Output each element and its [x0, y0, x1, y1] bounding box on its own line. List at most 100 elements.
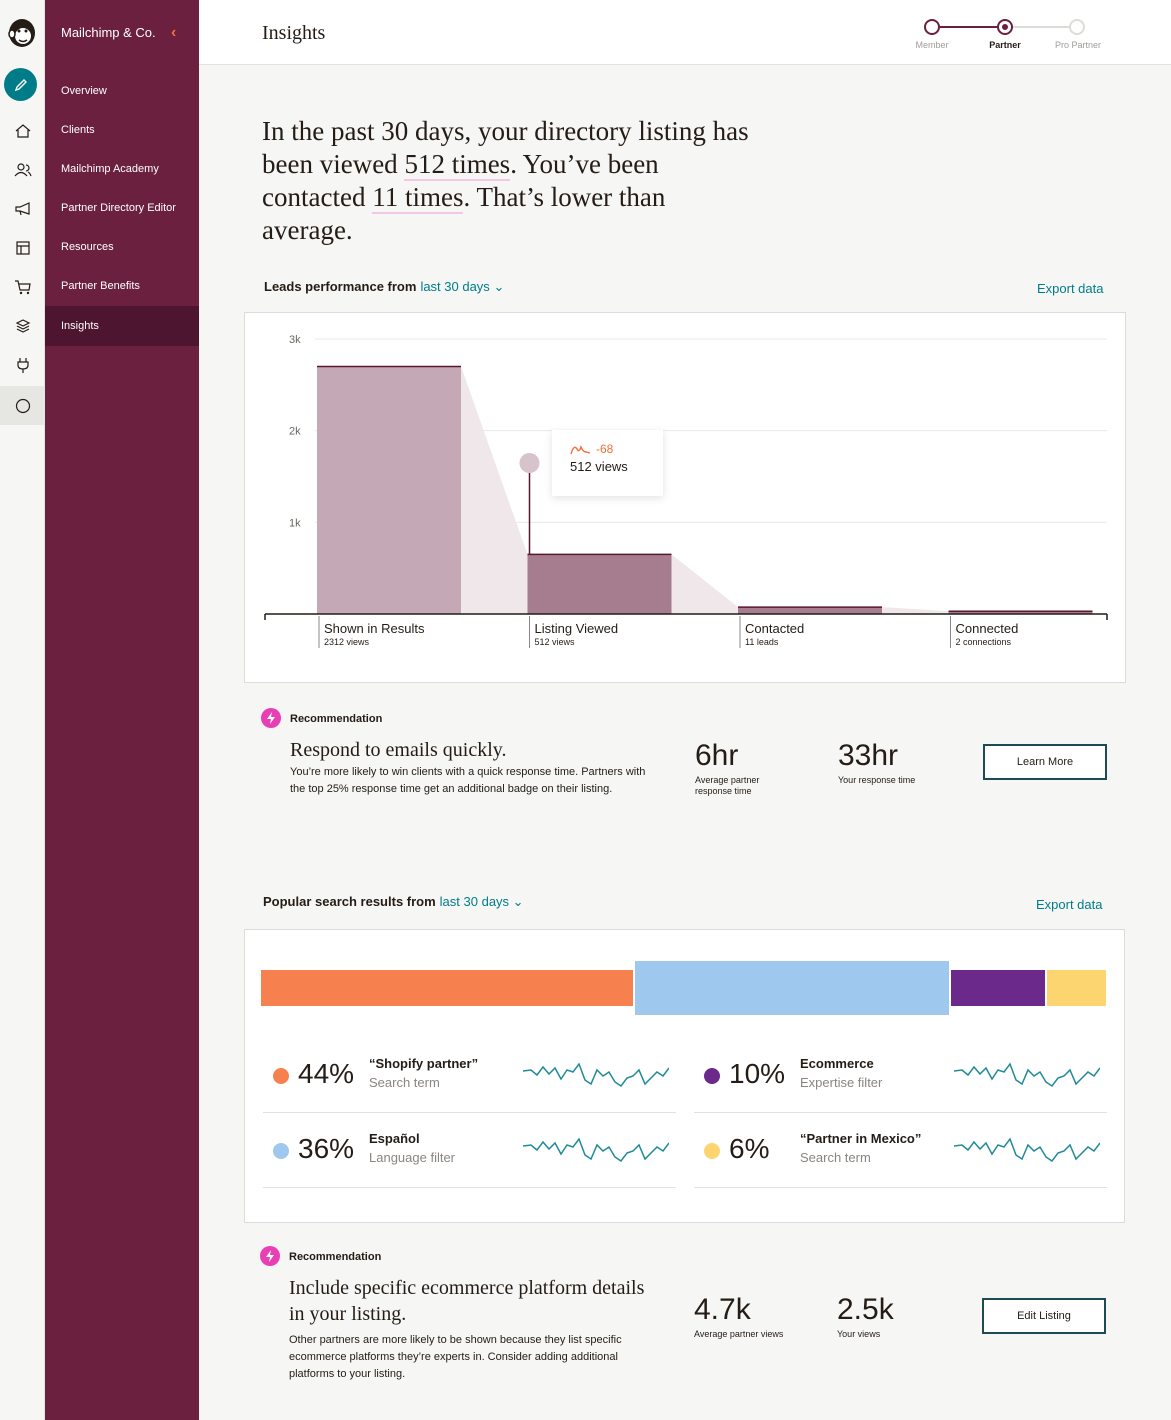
- lightning-icon: [260, 1246, 280, 1266]
- sidebar-item-label: Clients: [61, 124, 95, 136]
- views-count: 512 times: [404, 149, 511, 181]
- search-range-dropdown[interactable]: last 30 days ⌄: [440, 894, 524, 909]
- sidebar-item-clients[interactable]: Clients: [45, 110, 199, 150]
- sparkline: [954, 1137, 1100, 1163]
- result-percent: 6%: [729, 1133, 770, 1164]
- search-export-link[interactable]: Export data: [1036, 897, 1103, 912]
- result-kind: Search term: [369, 1075, 440, 1090]
- chart-bar: [738, 607, 882, 614]
- sidebar: Mailchimp & Co. ‹ Overview Clients Mailc…: [45, 0, 199, 1420]
- stat-value: 33hr: [838, 739, 899, 772]
- mailchimp-logo-icon[interactable]: [5, 14, 39, 50]
- sidebar-item-benefits[interactable]: Partner Benefits: [45, 266, 199, 306]
- sidebar-item-overview[interactable]: Overview: [45, 71, 199, 111]
- legend-dot: [273, 1143, 289, 1159]
- search-result-row[interactable]: 10% Ecommerce Expertise filter: [694, 1038, 1107, 1113]
- layout-icon[interactable]: [0, 228, 45, 267]
- recommendation-body: Other partners are more likely to be sho…: [289, 1334, 622, 1380]
- stat-caption: Your response time: [838, 775, 916, 785]
- category-label: Listing Viewed: [535, 621, 619, 636]
- category-sublabel: 11 leads: [745, 637, 779, 647]
- search-title-text: Popular search results from: [263, 894, 436, 909]
- stat-caption: Your views: [837, 1329, 881, 1339]
- stat-value: 4.7k: [694, 1293, 751, 1326]
- account-name[interactable]: Mailchimp & Co.: [61, 25, 156, 40]
- sidebar-item-academy[interactable]: Mailchimp Academy: [45, 149, 199, 189]
- category-sublabel: 2 connections: [956, 637, 1012, 647]
- sidebar-item-directory-editor[interactable]: Partner Directory Editor: [45, 188, 199, 228]
- step-pro-partner-dot: [1069, 19, 1085, 35]
- chart-bar: [317, 366, 461, 614]
- result-term: “Shopify partner”: [369, 1056, 479, 1071]
- cart-icon[interactable]: [0, 267, 45, 306]
- recommendation-label: Recommendation: [289, 1251, 382, 1263]
- tooltip-delta: -68: [570, 442, 645, 456]
- result-percent: 44%: [298, 1058, 355, 1089]
- chart-bar: [527, 554, 672, 614]
- collapse-chevron-icon[interactable]: ‹: [171, 24, 176, 42]
- icon-rail: [0, 0, 45, 1420]
- category-label: Connected: [956, 621, 1019, 636]
- search-result-row[interactable]: 6% “Partner in Mexico” Search term: [694, 1113, 1107, 1188]
- chart-tooltip: -68 512 views: [552, 430, 663, 496]
- circle-icon[interactable]: [0, 386, 45, 425]
- leads-section-title: Leads performance from last 30 days ⌄: [264, 279, 504, 295]
- search-results-card: 44% “Shopify partner” Search term 10% Ec…: [244, 929, 1125, 1223]
- sidebar-item-insights[interactable]: Insights: [45, 306, 199, 346]
- stat-caption: Average partner views: [694, 1329, 784, 1339]
- page-header: Insights Member Partner Pro Partner: [199, 0, 1171, 65]
- leads-export-link[interactable]: Export data: [1037, 281, 1104, 296]
- category-label: Contacted: [745, 621, 804, 636]
- step-member-label: Member: [915, 40, 949, 50]
- search-section-title: Popular search results from last 30 days …: [263, 894, 524, 910]
- result-kind: Search term: [800, 1150, 871, 1165]
- audience-icon[interactable]: [0, 150, 45, 189]
- page-title: Insights: [262, 22, 326, 44]
- search-result-row[interactable]: 44% “Shopify partner” Search term: [263, 1038, 676, 1113]
- recommendation-heading: Respond to emails quickly.: [290, 739, 507, 761]
- sparkline: [954, 1062, 1100, 1088]
- leads-funnel-chart: 1k 2k 3k Shown in Results2312 views Listing …: [264, 334, 1108, 648]
- edit-listing-button[interactable]: Edit Listing: [982, 1298, 1106, 1334]
- result-percent: 36%: [298, 1133, 355, 1164]
- result-term: Español: [369, 1131, 420, 1146]
- trend-icon: [570, 444, 591, 455]
- insights-summary: In the past 30 days, your directory list…: [262, 115, 762, 247]
- pencil-icon[interactable]: [4, 68, 37, 101]
- result-kind: Expertise filter: [800, 1075, 883, 1090]
- segment-shopify-partner[interactable]: [261, 970, 633, 1006]
- sparkline: [523, 1062, 669, 1088]
- chevron-down-icon: ⌄: [493, 279, 505, 294]
- legend-dot: [704, 1068, 720, 1084]
- stepper-line-upcoming: [1011, 26, 1077, 28]
- search-result-row[interactable]: 36% Español Language filter: [263, 1113, 676, 1188]
- segment-ecommerce[interactable]: [951, 970, 1045, 1006]
- sidebar-item-label: Resources: [61, 241, 114, 253]
- funnel-connector: [461, 366, 528, 614]
- y-tick-label: 3k: [289, 334, 301, 346]
- step-pro-partner-label: Pro Partner: [1054, 40, 1102, 50]
- step-partner-label: Partner: [989, 40, 1021, 50]
- recommendation-heading: Include specific ecommerce platform deta…: [289, 1277, 645, 1325]
- sidebar-item-resources[interactable]: Resources: [45, 227, 199, 267]
- y-tick-label: 2k: [289, 426, 301, 438]
- stepper-line-complete: [939, 26, 1005, 28]
- leads-range-dropdown[interactable]: last 30 days ⌄: [420, 279, 504, 294]
- lightning-icon: [261, 708, 281, 728]
- result-term: “Partner in Mexico”: [800, 1131, 922, 1146]
- segment-espanol[interactable]: [635, 961, 949, 1015]
- sidebar-item-label: Partner Directory Editor: [61, 202, 176, 214]
- home-icon[interactable]: [0, 111, 45, 150]
- y-tick-label: 1k: [289, 517, 301, 529]
- partner-level-stepper: Member Partner Pro Partner: [899, 18, 1119, 58]
- segment-partner-in-mexico[interactable]: [1047, 970, 1106, 1006]
- megaphone-icon[interactable]: [0, 189, 45, 228]
- stat-value: 6hr: [695, 739, 739, 772]
- layers-icon[interactable]: [0, 306, 45, 345]
- learn-more-button[interactable]: Learn More: [983, 744, 1107, 780]
- contacts-count: 11 times: [372, 182, 464, 214]
- plug-icon[interactable]: [0, 345, 45, 384]
- result-kind: Language filter: [369, 1150, 456, 1165]
- average-response-stat: 6hr Average partner response time: [695, 739, 785, 797]
- result-percent: 10%: [729, 1058, 786, 1089]
